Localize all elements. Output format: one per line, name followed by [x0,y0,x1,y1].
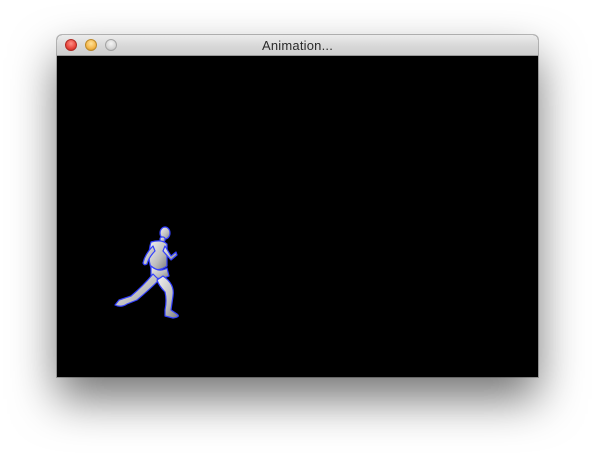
animation-canvas [57,56,538,377]
animation-window: Animation... [57,35,538,377]
title-bar[interactable]: Animation... [57,35,538,56]
window-title: Animation... [261,38,334,53]
running-man-figure [114,226,179,319]
